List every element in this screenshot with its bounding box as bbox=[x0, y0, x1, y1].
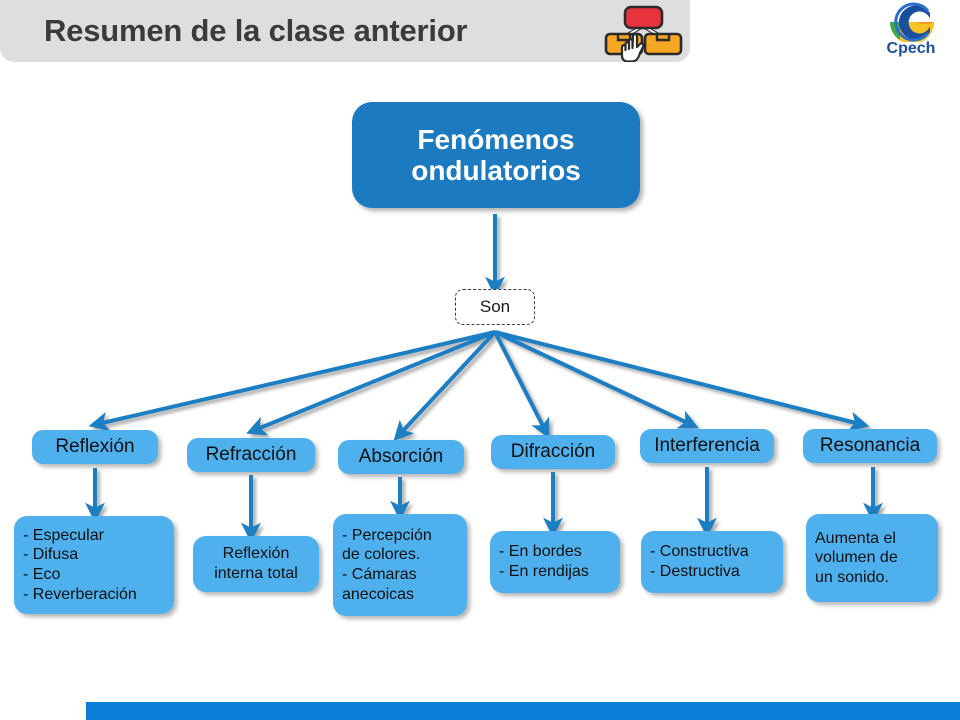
footer-bar bbox=[86, 702, 960, 720]
category-node-resonancia[interactable]: Resonancia bbox=[803, 429, 937, 463]
detail-node-resonancia[interactable]: Aumenta el volumen de un sonido. bbox=[806, 514, 938, 602]
detail-node-reflexion[interactable]: - Especular - Difusa - Eco - Reverberaci… bbox=[14, 516, 174, 614]
flowchart-hand-icon bbox=[600, 4, 686, 63]
category-node-absorcion[interactable]: Absorción bbox=[338, 440, 464, 474]
category-node-refraccion[interactable]: Refracción bbox=[187, 438, 315, 472]
detail-node-absorcion[interactable]: - Percepción de colores. - Cámaras aneco… bbox=[333, 514, 467, 616]
category-node-reflexion[interactable]: Reflexión bbox=[32, 430, 158, 464]
connector-node-son[interactable]: Son bbox=[455, 289, 535, 325]
logo-text: Cpech bbox=[886, 40, 936, 57]
slide-canvas: Resumen de la clase anterior Cpech Fenóm… bbox=[0, 0, 960, 720]
detail-node-interferencia[interactable]: - Constructiva - Destructiva bbox=[641, 531, 783, 593]
detail-node-difraccion[interactable]: - En bordes - En rendijas bbox=[490, 531, 620, 593]
page-title: Resumen de la clase anterior bbox=[44, 13, 468, 48]
cpech-logo-icon: Cpech bbox=[870, 2, 952, 64]
category-node-interferencia[interactable]: Interferencia bbox=[640, 429, 774, 463]
category-node-difraccion[interactable]: Difracción bbox=[491, 435, 615, 469]
root-node[interactable]: Fenómenos ondulatorios bbox=[352, 102, 640, 208]
detail-node-refraccion[interactable]: Reflexión interna total bbox=[193, 536, 319, 592]
